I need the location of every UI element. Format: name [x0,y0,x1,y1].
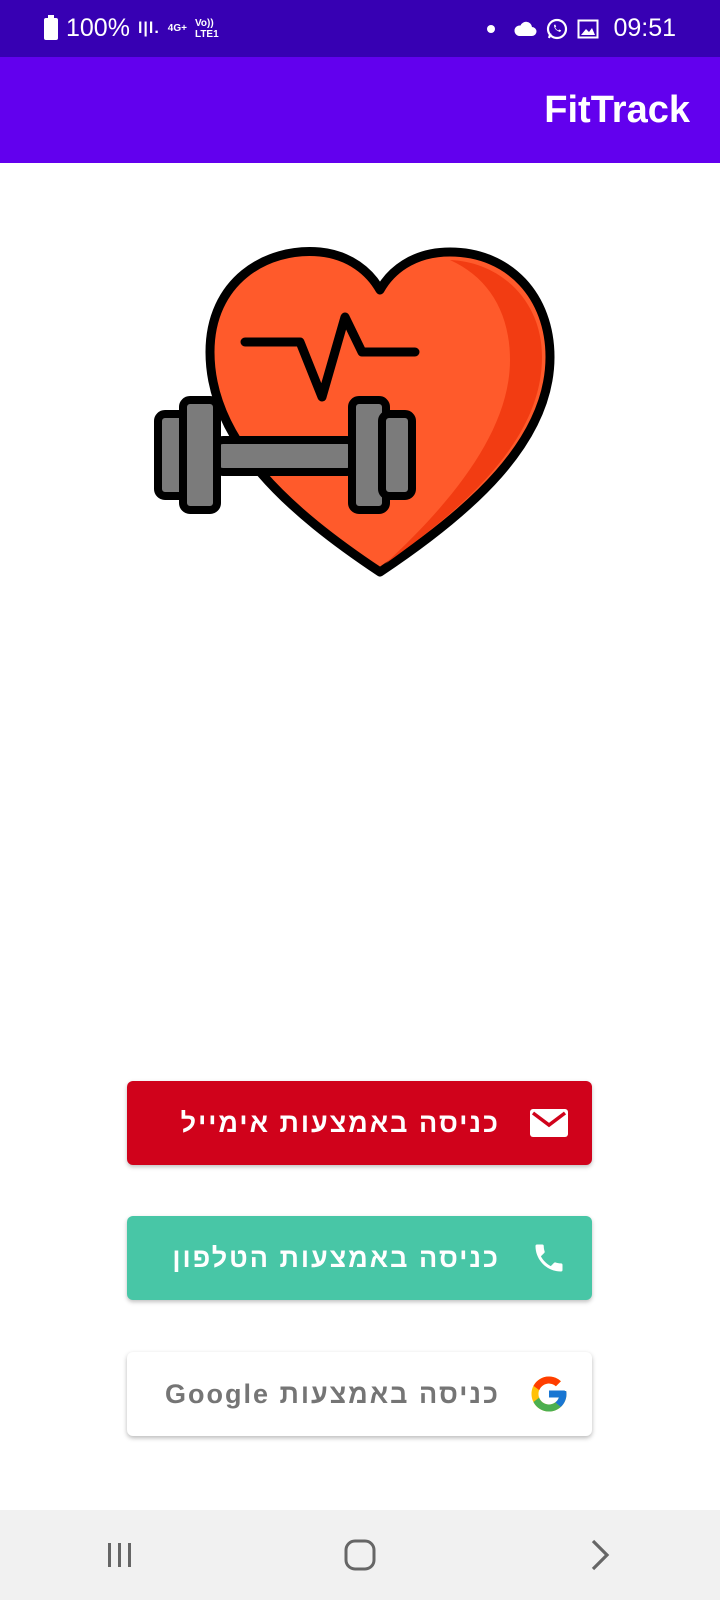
volte-label: Vo)) [194,17,214,29]
network-type: 4G+ [167,23,187,34]
app-title: FitTrack [544,88,690,131]
email-login-label: כניסה באמצעות אימייל [180,1107,500,1138]
google-icon [528,1373,570,1415]
clock: 09:51 [613,14,676,42]
gallery-icon [577,19,599,38]
mail-icon [528,1102,570,1144]
signal-icon: l|l. [137,19,160,37]
battery-level: 100% [66,14,130,42]
network-indicator: 4G+ [168,23,187,34]
phone-icon [528,1237,570,1279]
phone-login-button[interactable]: כניסה באמצעות הטלפון [127,1216,592,1300]
recents-icon[interactable] [90,1525,150,1585]
home-icon[interactable] [330,1525,390,1585]
google-login-label: כניסה באמצעות Google [165,1378,500,1409]
google-login-button[interactable]: כניסה באמצעות Google [127,1352,592,1436]
system-nav-bar [0,1510,720,1600]
battery-icon [44,14,58,40]
volte-indicator: Vo)) LTE1 [195,18,219,40]
app-bar: FitTrack [0,57,720,163]
whatsapp-icon [547,18,568,39]
lte-label: LTE1 [194,28,219,40]
status-left: 100% l|l. 4G+ Vo)) LTE1 [44,14,219,43]
phone-login-label: כניסה באמצעות הטלפון [172,1242,500,1273]
status-right: 09:51 [487,14,676,43]
status-bar: 100% l|l. 4G+ Vo)) LTE1 09:51 [0,0,720,57]
heart-dumbbell-icon [154,247,555,577]
email-login-button[interactable]: כניסה באמצעות אימייל [127,1081,592,1165]
dot-icon [487,24,496,33]
cloud-icon [514,21,537,36]
back-icon[interactable] [570,1525,630,1585]
